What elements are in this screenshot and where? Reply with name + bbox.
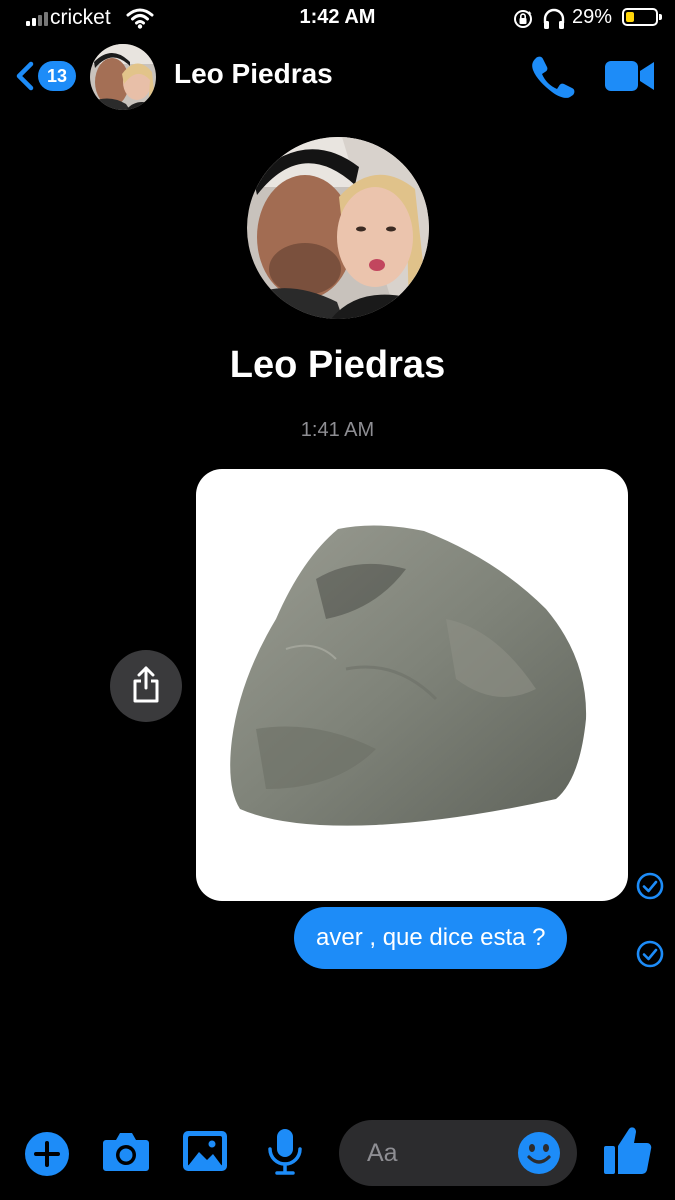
thumbs-up-icon[interactable]: [602, 1124, 652, 1176]
microphone-icon[interactable]: [266, 1128, 304, 1176]
contact-avatar[interactable]: [90, 44, 156, 110]
video-camera-icon[interactable]: [604, 58, 656, 94]
status-bar: cricket 1:42 AM 29%: [0, 0, 675, 40]
image-message[interactable]: [196, 469, 628, 901]
sent-check-icon: [636, 872, 664, 900]
message-timestamp: 1:41 AM: [300, 419, 375, 441]
share-icon: [133, 666, 159, 703]
gallery-icon[interactable]: [182, 1130, 228, 1172]
back-button[interactable]: 13: [14, 58, 78, 94]
rock-image: [230, 525, 587, 826]
phone-icon[interactable]: [528, 54, 576, 98]
battery-icon: [622, 8, 662, 26]
profile-avatar[interactable]: [247, 137, 429, 319]
plus-icon[interactable]: [24, 1131, 70, 1177]
headphones-icon: [543, 8, 565, 29]
orientation-lock-icon: [514, 10, 532, 28]
camera-icon[interactable]: [102, 1130, 150, 1172]
battery-percent: 29%: [572, 6, 613, 28]
share-button[interactable]: [110, 650, 182, 722]
conversation-title[interactable]: Leo Piedras: [174, 58, 333, 90]
message-input[interactable]: Aa: [339, 1120, 577, 1186]
message-input-placeholder: Aa: [367, 1139, 398, 1167]
profile-name: Leo Piedras: [229, 344, 446, 386]
sent-check-icon: [636, 940, 664, 968]
text-message-bubble[interactable]: aver , que dice esta ?: [294, 907, 568, 969]
back-chevron-icon: [16, 61, 34, 91]
emoji-icon[interactable]: [517, 1131, 561, 1175]
unread-count-badge: 13: [38, 61, 76, 91]
